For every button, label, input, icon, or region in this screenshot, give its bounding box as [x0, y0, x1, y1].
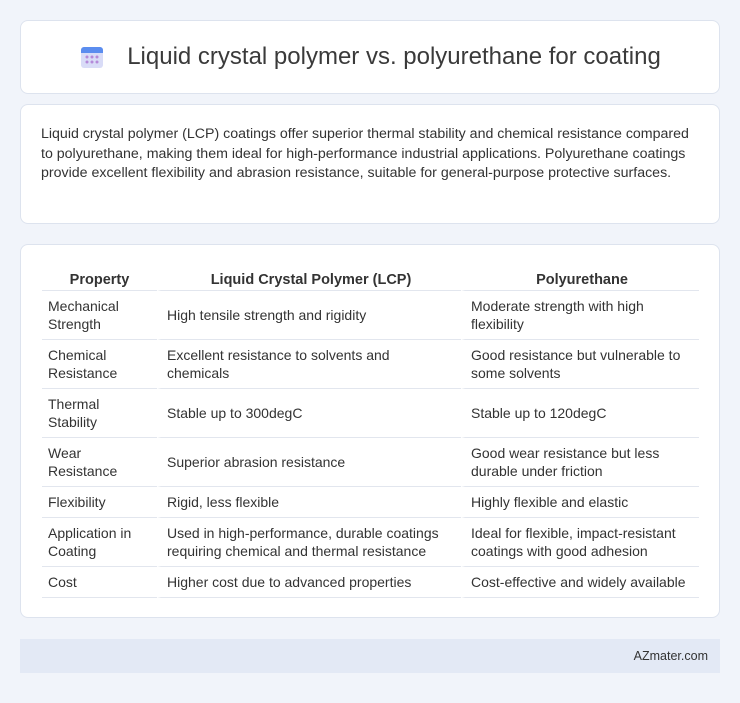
row-lcp-value: Higher cost due to advanced properties: [157, 567, 461, 598]
table-row: Flexibility Rigid, less flexible Highly …: [42, 487, 699, 518]
calendar-icon: [81, 47, 104, 68]
row-lcp-value: Excellent resistance to solvents and che…: [157, 340, 461, 389]
header-property: Property: [42, 265, 157, 291]
header-lcp: Liquid Crystal Polymer (LCP): [157, 265, 461, 291]
table-row: Cost Higher cost due to advanced propert…: [42, 567, 699, 598]
row-property: Application in Coating: [42, 518, 157, 567]
intro-card: Liquid crystal polymer (LCP) coatings of…: [20, 104, 720, 224]
row-pu-value: Cost-effective and widely available: [461, 567, 699, 598]
row-pu-value: Stable up to 120degC: [461, 389, 699, 438]
comparison-table: Property Liquid Crystal Polymer (LCP) Po…: [42, 265, 699, 598]
table-row: Thermal Stability Stable up to 300degC S…: [42, 389, 699, 438]
row-property: Chemical Resistance: [42, 340, 157, 389]
row-lcp-value: Used in high-performance, durable coatin…: [157, 518, 461, 567]
row-property: Flexibility: [42, 487, 157, 518]
table-header-row: Property Liquid Crystal Polymer (LCP) Po…: [42, 265, 699, 291]
table-row: Mechanical Strength High tensile strengt…: [42, 291, 699, 340]
row-pu-value: Moderate strength with high flexibility: [461, 291, 699, 340]
row-lcp-value: High tensile strength and rigidity: [157, 291, 461, 340]
row-property: Cost: [42, 567, 157, 598]
row-property: Wear Resistance: [42, 438, 157, 487]
row-property: Mechanical Strength: [42, 291, 157, 340]
page-title: Liquid crystal polymer vs. polyurethane …: [127, 43, 661, 70]
row-lcp-value: Superior abrasion resistance: [157, 438, 461, 487]
row-lcp-value: Stable up to 300degC: [157, 389, 461, 438]
intro-paragraph: Liquid crystal polymer (LCP) coatings of…: [41, 126, 689, 181]
row-pu-value: Ideal for flexible, impact-resistant coa…: [461, 518, 699, 567]
row-lcp-value: Rigid, less flexible: [157, 487, 461, 518]
row-pu-value: Good wear resistance but less durable un…: [461, 438, 699, 487]
row-pu-value: Good resistance but vulnerable to some s…: [461, 340, 699, 389]
row-pu-value: Highly flexible and elastic: [461, 487, 699, 518]
table-row: Wear Resistance Superior abrasion resist…: [42, 438, 699, 487]
row-property: Thermal Stability: [42, 389, 157, 438]
header-polyurethane: Polyurethane: [461, 265, 699, 291]
table-row: Chemical Resistance Excellent resistance…: [42, 340, 699, 389]
title-card: Liquid crystal polymer vs. polyurethane …: [20, 20, 720, 94]
footer-bar: AZmater.com: [20, 639, 720, 673]
comparison-card: Property Liquid Crystal Polymer (LCP) Po…: [20, 244, 720, 618]
footer-brand: AZmater.com: [633, 649, 708, 663]
table-row: Application in Coating Used in high-perf…: [42, 518, 699, 567]
